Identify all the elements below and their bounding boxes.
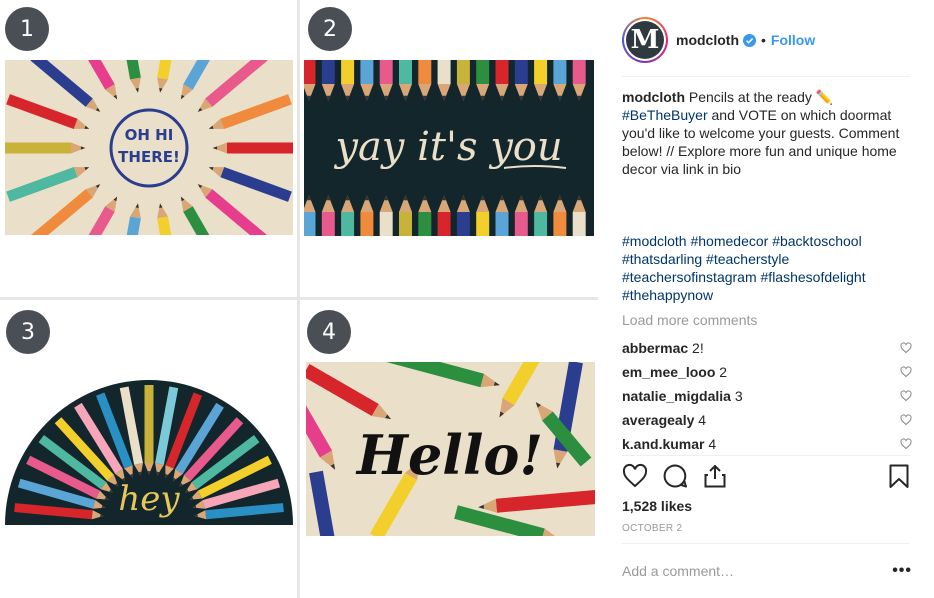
comment-username[interactable]: k.and.kumar [622,436,704,452]
comment-item: em_mee_looo 2 [622,360,912,384]
divider [622,76,910,77]
comment-text: 3 [734,388,743,404]
doormat-option-3[interactable]: hey 3 [0,300,297,598]
heart-small-icon[interactable] [900,438,912,450]
doormat-yay-its-you-image: yay it's you [304,60,594,236]
comment-item: abbermac 2! [622,336,912,360]
mat-text: Hello! [355,423,543,487]
separator: • [761,32,766,48]
comment-text: 2 [719,364,728,380]
comment-item: natalie_migdalia 3 [622,384,912,408]
more-icon[interactable]: ••• [892,562,912,580]
hashtag-list[interactable]: #modcloth #homedecor #backtoschool #that… [622,232,912,304]
option-number-badge: 3 [6,310,50,354]
comment-item: k.and.kumar 4 [622,432,912,456]
comment-username[interactable]: natalie_migdalia [622,388,731,404]
heart-icon[interactable] [622,463,648,489]
verified-icon [743,33,756,47]
heart-small-icon[interactable] [900,414,912,426]
comment-username[interactable]: abbermac [622,340,688,356]
comment-list: abbermac 2! em_mee_looo 2 natalie_migdal… [622,336,912,456]
comment-username[interactable]: averagealy [622,412,694,428]
doormat-option-2[interactable]: yay it's you 2 [300,0,598,297]
share-icon[interactable] [702,463,728,489]
doormat-hey-image: hey [5,380,293,525]
divider [622,455,910,456]
post-caption: modcloth Pencils at the ready ✏️ #BeTheB… [622,88,912,178]
post-date[interactable]: OCTOBER 2 [622,523,682,534]
avatar-logo: M [626,21,664,59]
option-number-badge: 2 [308,7,352,51]
caption-text: Pencils at the ready ✏️ [688,89,834,105]
post-panel: M modcloth • Follow modcloth Pencils at … [598,0,934,598]
bookmark-icon[interactable] [886,463,912,489]
caption-hashtag[interactable]: #BeTheBuyer [622,107,708,123]
likes-count[interactable]: 1,528 likes [622,498,692,514]
heart-small-icon[interactable] [900,342,912,354]
option-number-badge: 4 [307,310,351,354]
heart-small-icon[interactable] [900,390,912,402]
add-comment-bar: Add a comment… ••• [622,562,912,580]
doormat-option-1[interactable]: OH HI THERE! 1 [0,0,297,297]
comment-input[interactable]: Add a comment… [622,563,734,579]
username[interactable]: modcloth [676,32,739,48]
heart-small-icon[interactable] [900,366,912,378]
divider [622,543,910,544]
follow-button[interactable]: Follow [771,32,815,48]
action-bar [622,462,912,490]
avatar[interactable]: M [622,17,668,63]
doormat-oh-hi-there-image: OH HI THERE! [5,60,293,235]
image-grid: OH HI THERE! 1 yay it's you 2 hey 3 Hell… [0,0,598,598]
caption-username[interactable]: modcloth [622,89,685,105]
option-number-badge: 1 [5,7,49,51]
comment-icon[interactable] [662,463,688,489]
mat-text: yay it's you [333,124,562,170]
post-header: M modcloth • Follow [622,14,910,66]
doormat-option-4[interactable]: Hello! 4 [300,300,598,598]
comment-username[interactable]: em_mee_looo [622,364,715,380]
comment-text: 4 [708,436,717,452]
comment-text: 2! [692,340,704,356]
mat-text-line-2: THERE! [118,148,180,166]
mat-text-line-1: OH HI [125,126,174,144]
load-more-comments-button[interactable]: Load more comments [622,312,757,328]
mat-text: hey [118,479,180,519]
doormat-hello-image: Hello! [306,362,595,536]
comment-text: 4 [698,412,707,428]
comment-item: averagealy 4 [622,408,912,432]
